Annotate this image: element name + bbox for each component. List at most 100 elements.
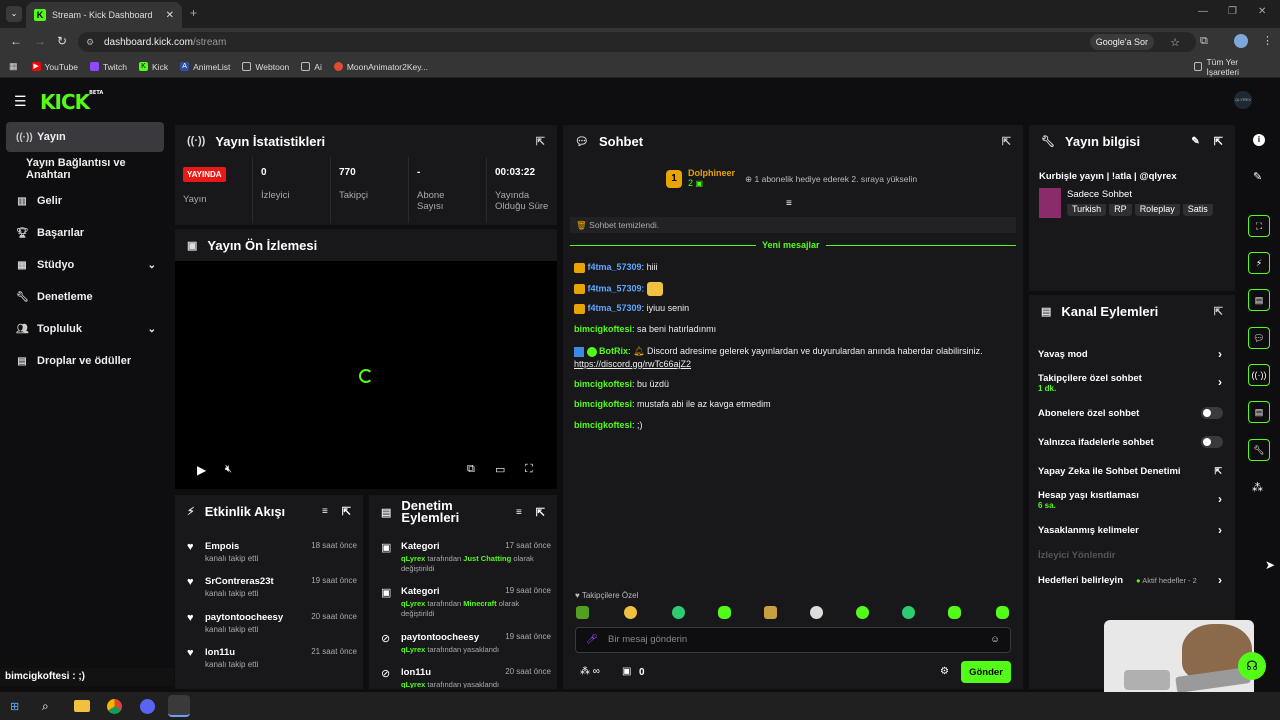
maximize-icon[interactable]: ❐ bbox=[1228, 6, 1237, 17]
rail-document-icon[interactable]: ▤ bbox=[1248, 289, 1270, 311]
mod-action-by[interactable]: qLyrex bbox=[401, 599, 425, 608]
popout-icon[interactable]: ⇱ bbox=[536, 506, 545, 519]
taskbar-search-icon[interactable]: ⌕ bbox=[42, 699, 49, 714]
activity-name[interactable]: Empois bbox=[205, 541, 239, 552]
activity-name[interactable]: SrContreras23t bbox=[205, 576, 274, 587]
channel-points-icon[interactable]: ⁂ ∞ bbox=[580, 666, 600, 677]
action-row-slow-mode[interactable]: Yavaş mod › bbox=[1038, 347, 1228, 361]
emote-icon[interactable] bbox=[948, 606, 961, 619]
play-icon[interactable]: ▶ bbox=[197, 463, 206, 477]
mod-action-by[interactable]: qLyrex bbox=[401, 645, 425, 654]
tag[interactable]: Turkish bbox=[1067, 204, 1107, 216]
extensions-icon[interactable]: ⧉ bbox=[1200, 35, 1208, 48]
tag[interactable]: RP bbox=[1109, 204, 1132, 216]
close-window-icon[interactable]: ✕ bbox=[1258, 6, 1266, 17]
kick-logo[interactable]: KICKBETA bbox=[40, 90, 103, 114]
discord-icon[interactable] bbox=[140, 699, 155, 714]
action-row-ai-moderation[interactable]: Yapay Zeka ile Sohbet Denetimi ⇱ bbox=[1038, 466, 1228, 477]
activity-name[interactable]: paytontoocheesy bbox=[205, 612, 283, 623]
action-row-account-age[interactable]: Hesap yaşı kısıtlaması 6 sa. › bbox=[1038, 490, 1228, 510]
filter-icon[interactable]: ≡ bbox=[322, 506, 328, 517]
user-avatar[interactable]: QLYREX bbox=[1234, 91, 1252, 109]
pinned-gifter[interactable]: 1 Dolphineer 2 ▣ bbox=[666, 168, 735, 188]
chat-username[interactable]: f4tma_57309 bbox=[588, 303, 642, 313]
chat-username[interactable]: bimcigkoftesi bbox=[574, 379, 632, 389]
tag[interactable]: Roleplay bbox=[1134, 204, 1180, 216]
edit-icon[interactable]: ✎ bbox=[1253, 170, 1262, 183]
action-row-goals[interactable]: Hedefleri belirleyin ● Aktif hedefler - 2… bbox=[1038, 573, 1228, 587]
minimize-icon[interactable]: — bbox=[1198, 6, 1208, 17]
rail-chat-icon[interactable]: 💬︎ bbox=[1248, 327, 1270, 349]
sidebar-item-studyo[interactable]: ▦ Stüdyo ⌄ bbox=[6, 250, 164, 280]
collapse-pinned-icon[interactable]: ≡ bbox=[786, 198, 792, 209]
emote-icon[interactable] bbox=[996, 606, 1009, 619]
hamburger-icon[interactable]: ☰ bbox=[14, 93, 27, 110]
tag[interactable]: Satis bbox=[1182, 204, 1213, 216]
activity-name[interactable]: lon11u bbox=[205, 647, 235, 658]
bookmark-ai[interactable]: Ai bbox=[301, 62, 322, 72]
edit-pencil-icon[interactable]: ✎ bbox=[1191, 136, 1199, 147]
site-info-icon[interactable]: ⚙ bbox=[86, 37, 94, 48]
theater-icon[interactable]: ▭ bbox=[495, 463, 505, 476]
rail-screen-icon[interactable]: ⛶ bbox=[1248, 215, 1270, 237]
sidebar-item-droplar[interactable]: ▤ Droplar ve ödüller bbox=[6, 346, 164, 376]
google-ask-button[interactable]: Google'a Sor bbox=[1089, 34, 1154, 50]
file-explorer-icon[interactable] bbox=[74, 700, 90, 712]
chrome-icon[interactable] bbox=[107, 699, 122, 714]
bookmark-twitch[interactable]: Twitch bbox=[89, 62, 127, 72]
chat-link[interactable]: https://discord.gg/rwTc66ajZ2 bbox=[574, 359, 691, 369]
all-bookmarks[interactable]: Tüm Yer İşaretleri bbox=[1194, 57, 1268, 77]
popout-icon[interactable]: ⇱ bbox=[1002, 135, 1011, 148]
reload-icon[interactable]: ↻ bbox=[57, 34, 67, 48]
subs-only-toggle[interactable] bbox=[1201, 407, 1223, 419]
emote-icon[interactable] bbox=[764, 606, 777, 619]
chevron-down-icon[interactable]: ⌄ bbox=[148, 260, 156, 271]
microphone-icon[interactable]: 🎤︎ bbox=[586, 628, 598, 652]
rail-broadcast-icon[interactable]: ((·)) bbox=[1248, 364, 1270, 386]
mod-action-by[interactable]: qLyrex bbox=[401, 680, 425, 688]
chevron-down-icon[interactable]: ⌄ bbox=[148, 324, 156, 335]
rail-clipboard-icon[interactable]: ▤ bbox=[1248, 401, 1270, 423]
rail-lightning-icon[interactable]: ⚡︎ bbox=[1248, 252, 1270, 274]
filter-icon[interactable]: ≡ bbox=[516, 507, 522, 518]
sidebar-item-stream-key[interactable]: Yayın Bağlantısı ve Anahtarı bbox=[6, 154, 164, 184]
chat-username[interactable]: bimcigkoftesi bbox=[574, 420, 632, 430]
action-row-banned-words[interactable]: Yasaklanmış kelimeler › bbox=[1038, 523, 1228, 537]
sidebar-item-topluluk[interactable]: 👥︎ Topluluk ⌄ bbox=[6, 314, 164, 344]
support-chat-icon[interactable]: ☊ bbox=[1238, 652, 1266, 680]
chat-username[interactable]: f4tma_57309 bbox=[588, 262, 642, 272]
mute-icon[interactable]: 🔇︎ bbox=[225, 463, 232, 476]
forward-icon[interactable]: → bbox=[34, 34, 46, 48]
apps-grid-icon[interactable]: ▦ bbox=[9, 61, 18, 72]
chat-username[interactable]: BotRix bbox=[599, 346, 628, 356]
rail-wrench-icon[interactable]: 🔧︎ bbox=[1248, 439, 1270, 461]
fullscreen-icon[interactable]: ⛶ bbox=[525, 463, 533, 476]
emote-icon[interactable] bbox=[902, 606, 915, 619]
emote-only-toggle[interactable] bbox=[1201, 436, 1223, 448]
emote-icon[interactable] bbox=[624, 606, 637, 619]
browser-menu-icon[interactable]: ⋮ bbox=[1262, 34, 1273, 47]
pip-icon[interactable]: ⧉ bbox=[467, 463, 475, 476]
popout-icon[interactable]: ⇱ bbox=[342, 505, 351, 518]
emoji-icon[interactable]: ☺ bbox=[990, 628, 1000, 652]
emote-icon[interactable] bbox=[672, 606, 685, 619]
bookmark-kick[interactable]: K Kick bbox=[139, 62, 168, 72]
chat-input[interactable]: 🎤︎ Bir mesaj gönderin ☺ bbox=[575, 627, 1011, 653]
back-icon[interactable]: ← bbox=[10, 34, 22, 48]
obs-icon[interactable] bbox=[168, 695, 190, 717]
chat-username[interactable]: f4tma_57309 bbox=[588, 283, 642, 293]
rail-points-icon[interactable]: ⁂ bbox=[1252, 481, 1263, 494]
bookmark-animelist[interactable]: A AnimeList bbox=[180, 62, 230, 72]
popout-icon[interactable]: ⇱ bbox=[1214, 305, 1223, 318]
close-tab-icon[interactable]: ✕ bbox=[166, 10, 174, 21]
popout-icon[interactable]: ⇱ bbox=[536, 135, 545, 148]
browser-tab[interactable]: K Stream - Kick Dashboard ✕ bbox=[26, 2, 182, 28]
chat-settings-icon[interactable]: ⚙ bbox=[940, 666, 949, 677]
gift-icon[interactable]: ▣ bbox=[622, 666, 631, 677]
bookmark-star-icon[interactable]: ☆ bbox=[1170, 36, 1180, 49]
sidebar-item-gelir[interactable]: ▥ Gelir bbox=[6, 186, 164, 216]
mod-action-name[interactable]: paytontoocheesy bbox=[401, 632, 479, 643]
action-row-followers-only[interactable]: Takipçilere özel sohbet 1 dk. › bbox=[1038, 373, 1228, 393]
chat-username[interactable]: bimcigkoftesi bbox=[574, 324, 632, 334]
bookmark-webtoon[interactable]: Webtoon bbox=[242, 62, 289, 72]
